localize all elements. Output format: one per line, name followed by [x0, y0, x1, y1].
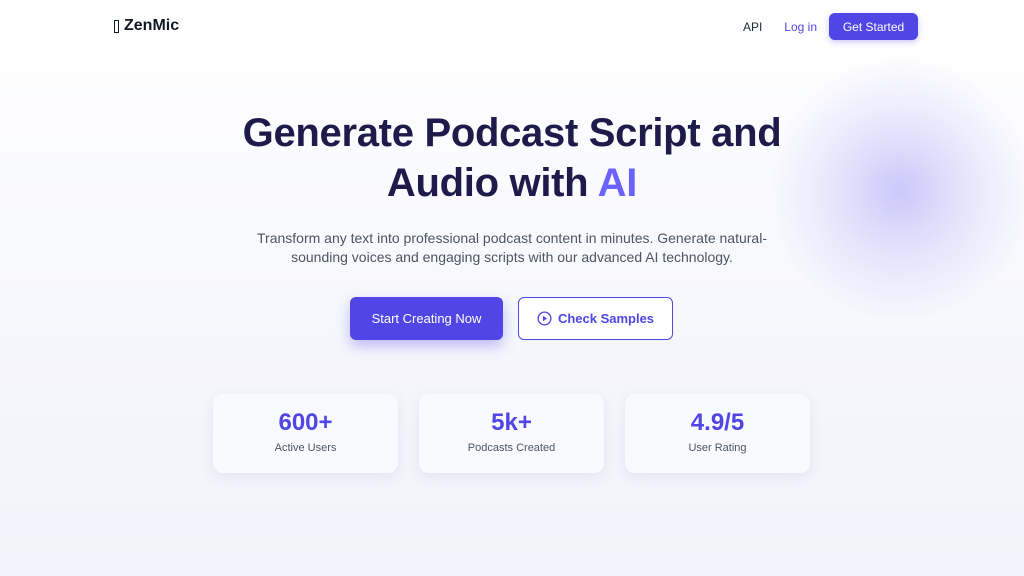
start-creating-button[interactable]: Start Creating Now — [350, 297, 503, 340]
hero-title: Generate Podcast Script and Audio with A… — [0, 108, 1024, 208]
get-started-button[interactable]: Get Started — [829, 13, 918, 40]
stat-card-podcasts-created: 5k+ Podcasts Created — [419, 394, 604, 473]
stat-label: User Rating — [688, 442, 747, 454]
nav-login-link[interactable]: Log in — [784, 20, 817, 34]
check-samples-label: Check Samples — [557, 311, 655, 326]
app-icon — [114, 19, 119, 33]
nav-links: API Log in Get Started — [743, 13, 918, 40]
brand-name: ZenMic — [124, 17, 180, 34]
stat-value: 5k+ — [491, 409, 532, 436]
top-nav: ZenMic API Log in Get Started — [0, 0, 1024, 54]
nav-api-link[interactable]: API — [743, 20, 762, 34]
stat-value: 600+ — [278, 409, 333, 436]
stat-label: Podcasts Created — [467, 442, 556, 454]
stat-value: 4.9/5 — [690, 409, 745, 436]
stat-label: Active Users — [274, 442, 337, 454]
check-samples-button[interactable]: Check Samples — [518, 297, 673, 340]
brand-logo[interactable]: ZenMic — [114, 17, 179, 35]
hero-title-accent: AI — [597, 161, 638, 205]
stat-card-user-rating: 4.9/5 User Rating — [625, 394, 810, 473]
hero-title-line2: Audio with — [386, 161, 598, 205]
hero-title-line1: Generate Podcast Script and — [242, 111, 782, 155]
play-circle-icon — [537, 311, 552, 326]
stat-card-active-users: 600+ Active Users — [213, 394, 398, 473]
hero-subtitle: Transform any text into professional pod… — [257, 230, 767, 265]
